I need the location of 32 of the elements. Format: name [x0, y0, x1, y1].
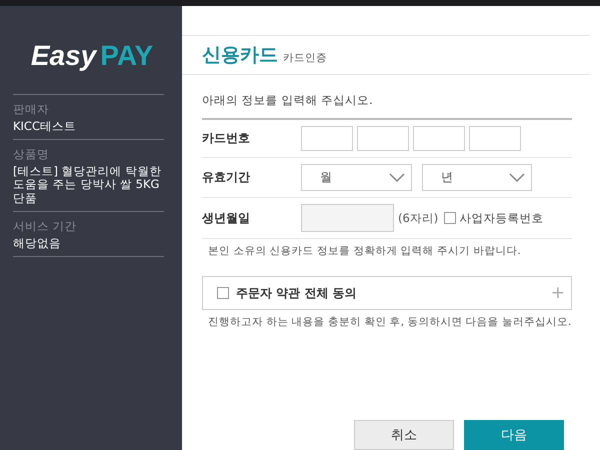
field-label: 카드번호: [202, 130, 251, 147]
year-dropdown[interactable]: 년: [422, 164, 532, 191]
chevron-down-icon: [509, 172, 525, 182]
field-value: [테스트] 혈당관리에 탁월한 도움을 주는 당박사 쌀 5KG 단품: [13, 165, 162, 205]
intro-text: 아래의 정보를 입력해 주십시오.: [202, 75, 572, 120]
logo: EasyPAY: [30, 39, 154, 73]
card-number-field[interactable]: [469, 126, 521, 151]
field-label: 서비스 기간: [13, 218, 78, 234]
card-number-field[interactable]: [357, 126, 409, 151]
page-subtitle: 카드인증: [283, 51, 327, 65]
page-title: 신용카드: [202, 43, 278, 68]
cancel-button[interactable]: 취소: [354, 420, 454, 450]
field-value: KICC테스트: [13, 120, 77, 134]
field-label: 상품명: [13, 147, 50, 162]
month-dropdown[interactable]: 월: [301, 164, 412, 191]
checkbox[interactable]: [444, 212, 456, 224]
hint-text: (6자리): [398, 210, 438, 226]
field-label: 유효기간: [202, 169, 251, 186]
card-number-field[interactable]: [301, 126, 353, 151]
birth-date-field[interactable]: [301, 204, 394, 232]
checkbox[interactable]: [217, 287, 229, 299]
next-button[interactable]: 다음: [464, 420, 564, 450]
note-text: 본인 소유의 신용카드 정보를 정확하게 입력해 주시기 바랍니다.: [207, 244, 522, 258]
card-number-field[interactable]: [413, 126, 465, 151]
note-text: 진행하고자 하는 내용을 충분히 확인 후, 동의하시면 다음을 눌러주십시오.: [207, 315, 572, 329]
field-value: 해당없음: [13, 236, 62, 250]
agreement-panel[interactable]: 주문자 약관 전체 동의 +: [202, 276, 572, 310]
field-label: 생년월일: [202, 210, 251, 226]
chevron-down-icon: [389, 172, 405, 182]
agreement-label: 주문자 약관 전체 동의: [236, 284, 358, 302]
field-label: 판매자: [13, 102, 50, 117]
checkbox-label: 사업자등록번호: [459, 210, 544, 226]
